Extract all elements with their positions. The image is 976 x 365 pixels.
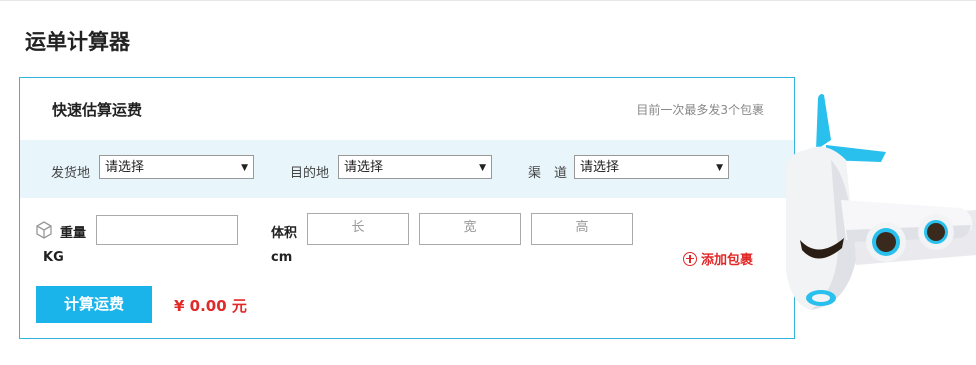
destination-select[interactable]: 请选择 ▼ — [338, 155, 492, 179]
top-divider — [0, 0, 976, 1]
width-input[interactable]: 宽 — [419, 213, 521, 245]
add-package-label: 添加包裹 — [701, 253, 754, 268]
weight-label: 重量 — [60, 226, 87, 241]
freight-calculator-card: 快速估算运费 目前一次最多发3个包裹 发货地 请选择 ▼ 目的地 请选择 ▼ 渠… — [19, 77, 795, 339]
chevron-down-icon: ▼ — [479, 163, 486, 173]
channel-select-value: 请选择 — [580, 160, 620, 175]
destination-label: 目的地 — [290, 166, 330, 181]
airplane-illustration — [786, 94, 976, 310]
weight-input[interactable] — [96, 215, 238, 245]
chevron-down-icon: ▼ — [716, 163, 723, 173]
chevron-down-icon: ▼ — [241, 163, 248, 173]
channel-label: 渠 道 — [528, 166, 568, 181]
volume-unit: cm — [271, 250, 293, 265]
origin-select[interactable]: 请选择 ▼ — [99, 155, 254, 179]
origin-select-value: 请选择 — [105, 160, 145, 175]
plus-circle-icon — [683, 251, 697, 266]
origin-label: 发货地 — [51, 166, 91, 181]
route-selection-band: 发货地 请选择 ▼ 目的地 请选择 ▼ 渠 道 请选择 ▼ — [20, 140, 794, 198]
height-input[interactable]: 高 — [531, 213, 633, 245]
destination-select-value: 请选择 — [344, 160, 384, 175]
volume-label: 体积 — [271, 226, 298, 241]
price-result: ¥ 0.00 元 — [174, 297, 247, 315]
page-title: 运单计算器 — [25, 30, 130, 54]
calculate-freight-button[interactable]: 计算运费 — [36, 286, 152, 323]
add-package-button[interactable]: 添加包裹 — [683, 249, 753, 268]
length-input[interactable]: 长 — [307, 213, 409, 245]
box-icon — [36, 221, 52, 239]
package-limit-note: 目前一次最多发3个包裹 — [636, 103, 764, 117]
channel-select[interactable]: 请选择 ▼ — [574, 155, 729, 179]
weight-unit: KG — [43, 250, 64, 265]
card-title: 快速估算运费 — [52, 101, 143, 119]
